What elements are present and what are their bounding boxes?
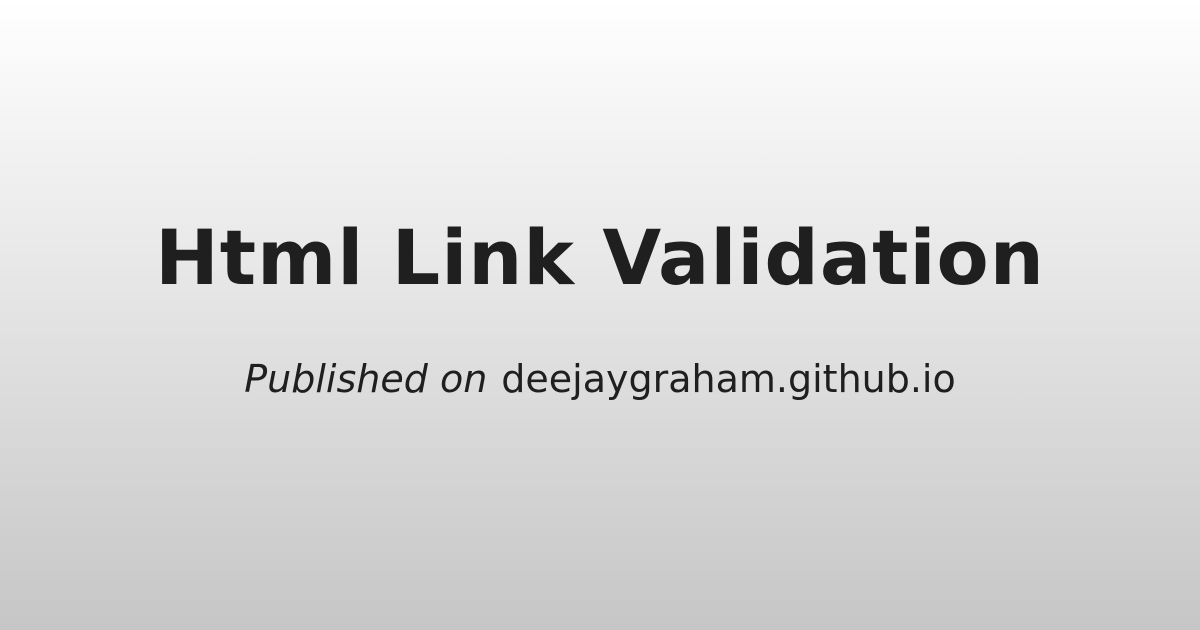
site-domain: deejaygraham.github.io [501, 357, 956, 401]
page-title: Html Link Validation [155, 213, 1045, 302]
byline: Published on deejaygraham.github.io [0, 352, 1200, 406]
social-card: Html Link Validation Published on deejayg… [0, 0, 1200, 630]
byline-prefix: Published on [244, 357, 488, 401]
